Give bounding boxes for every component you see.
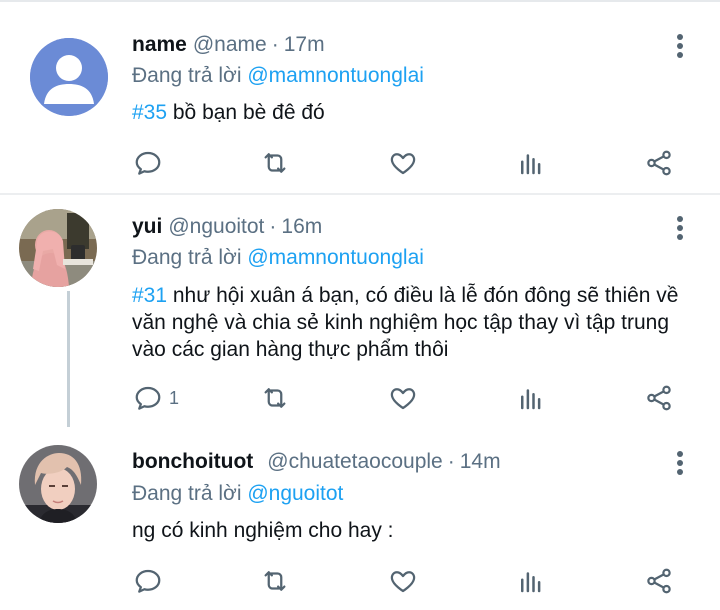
separator: · — [269, 215, 277, 238]
timestamp[interactable]: 14m — [460, 450, 501, 473]
like-icon — [390, 388, 416, 410]
tweet-header: name @name · 17m — [132, 33, 325, 57]
timestamp[interactable]: 16m — [281, 215, 322, 238]
reply-count: 1 — [169, 387, 180, 408]
retweet-icon — [264, 153, 286, 173]
tweet-header: yui @nguoitot · 16m — [132, 215, 322, 239]
display-name[interactable]: name — [132, 33, 187, 56]
tweet-body-text: ng có kinh nghiệm cho hay : — [132, 519, 394, 542]
display-name[interactable]: yui — [132, 215, 162, 238]
display-name[interactable]: bonchoituot — [132, 450, 253, 473]
share-icon — [647, 385, 671, 411]
stats-button[interactable] — [516, 564, 546, 598]
retweet-button[interactable] — [260, 146, 290, 180]
reply-icon — [135, 386, 161, 410]
retweet-icon — [264, 388, 286, 408]
action-bar — [0, 564, 720, 598]
hashtag[interactable]: #31 — [132, 284, 167, 307]
more-icon[interactable] — [670, 449, 690, 477]
reply-button[interactable] — [133, 146, 169, 180]
avatar[interactable] — [19, 445, 97, 523]
reply-prefix: Đang trả lời — [132, 64, 242, 87]
share-button[interactable] — [644, 381, 674, 415]
profile-photo-icon — [19, 445, 97, 523]
tweet-1[interactable]: name @name · 17m Đang trả lời @mamnontuongl… — [0, 0, 720, 194]
avatar[interactable] — [19, 209, 97, 287]
replying-to: Đang trả lời @mamnontuonglai — [132, 64, 424, 88]
tweet-body-text: như hội xuân á bạn, có điều là lễ đón đô… — [132, 284, 679, 361]
hashtag[interactable]: #35 — [132, 101, 167, 124]
reply-button[interactable] — [133, 564, 169, 598]
user-handle[interactable]: @name — [193, 33, 267, 56]
stats-button[interactable] — [516, 381, 546, 415]
tweet-body-text: bồ bạn bè đê đó — [167, 101, 325, 124]
share-button[interactable] — [644, 564, 674, 598]
stats-icon — [521, 154, 541, 175]
tweet-3[interactable]: bonchoituot @chuatetaocouple · 14m Đang trả… — [0, 427, 720, 610]
user-handle[interactable]: @chuatetaocouple — [267, 450, 442, 473]
action-bar: 1 — [0, 381, 720, 415]
separator: · — [271, 33, 279, 56]
tweet-header: bonchoituot @chuatetaocouple · 14m — [132, 450, 501, 474]
default-avatar-icon — [30, 38, 108, 116]
timestamp[interactable]: 17m — [284, 33, 325, 56]
tweet-text: #31 như hội xuân á bạn, có điều là lễ đó… — [132, 282, 692, 363]
more-icon[interactable] — [670, 32, 690, 60]
stats-icon — [521, 389, 541, 410]
retweet-button[interactable] — [260, 564, 290, 598]
reply-prefix: Đang trả lời — [132, 482, 242, 505]
stats-icon — [521, 572, 541, 593]
retweet-icon — [264, 571, 286, 591]
reply-prefix: Đang trả lời — [132, 246, 242, 269]
reply-mention[interactable]: @nguoitot — [247, 482, 343, 505]
reply-icon — [135, 569, 161, 593]
action-bar — [0, 146, 720, 180]
avatar[interactable] — [30, 38, 108, 116]
like-button[interactable] — [388, 564, 418, 598]
profile-photo-icon — [19, 209, 97, 287]
retweet-button[interactable] — [260, 381, 290, 415]
reply-icon — [135, 151, 161, 175]
reply-mention[interactable]: @mamnontuonglai — [247, 246, 424, 269]
more-icon[interactable] — [670, 214, 690, 242]
stats-button[interactable] — [516, 146, 546, 180]
replying-to: Đang trả lời @mamnontuonglai — [132, 246, 424, 270]
share-icon — [647, 150, 671, 176]
tweet-2[interactable]: yui @nguoitot · 16m Đang trả lời @mamnontuo… — [0, 195, 720, 427]
separator: · — [447, 450, 455, 473]
user-handle[interactable]: @nguoitot — [168, 215, 264, 238]
share-button[interactable] — [644, 146, 674, 180]
like-button[interactable] — [388, 381, 418, 415]
tweet-text: ng có kinh nghiệm cho hay : — [132, 518, 692, 544]
like-icon — [390, 571, 416, 593]
like-icon — [390, 153, 416, 175]
like-button[interactable] — [388, 146, 418, 180]
share-icon — [647, 568, 671, 594]
reply-button[interactable]: 1 — [133, 381, 179, 415]
replying-to: Đang trả lời @nguoitot — [132, 482, 343, 506]
reply-mention[interactable]: @mamnontuonglai — [247, 64, 424, 87]
tweet-text: #35 bồ bạn bè đê đó — [132, 100, 692, 126]
